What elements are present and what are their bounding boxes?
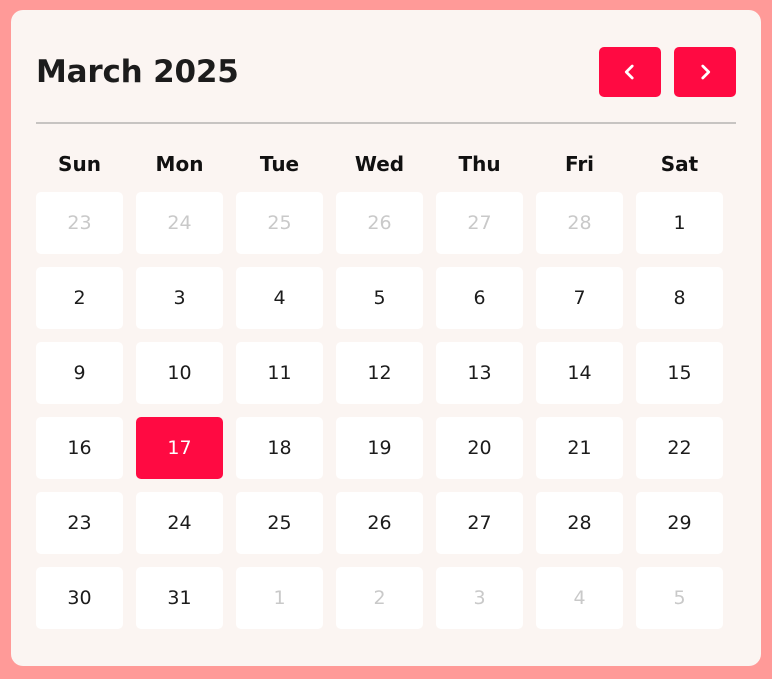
day-cell-outside-month: 24 [136,192,223,254]
day-cell[interactable]: 9 [36,342,123,404]
day-cell[interactable]: 25 [236,492,323,554]
weekday-tue: Tue [259,152,300,176]
day-cell-outside-month: 26 [336,192,423,254]
day-cell[interactable]: 12 [336,342,423,404]
day-cell[interactable]: 26 [336,492,423,554]
days-grid: 23 24 25 26 27 28 1 2 3 4 5 6 7 8 9 10 11 12 13 14 15 16 17 18 1… [36,192,736,632]
weekday-sat: Sat [660,152,699,176]
day-cell[interactable]: 18 [236,417,323,479]
day-cell[interactable]: 24 [136,492,223,554]
weekday-header-row: Sun Mon Tue Wed Thu Fri Sat [36,150,736,180]
day-cell[interactable]: 23 [36,492,123,554]
day-cell[interactable]: 20 [436,417,523,479]
day-cell[interactable]: 19 [336,417,423,479]
day-cell-outside-month: 4 [536,567,623,629]
day-cell-outside-month: 1 [236,567,323,629]
calendar-header: March 2025 [36,46,736,98]
weekday-fri: Fri [564,152,595,176]
calendar-card: March 2025 Sun Mon Tue Wed Thu Fri Sat 2… [11,10,761,666]
day-cell[interactable]: 2 [36,267,123,329]
next-month-button[interactable] [674,47,736,97]
weekday-sun: Sun [58,152,101,176]
day-cell[interactable]: 1 [636,192,723,254]
day-cell[interactable]: 11 [236,342,323,404]
weekday-mon: Mon [155,152,204,176]
day-cell[interactable]: 16 [36,417,123,479]
weekday-wed: Wed [354,152,405,176]
day-cell[interactable]: 3 [136,267,223,329]
day-cell-outside-month: 28 [536,192,623,254]
day-cell[interactable]: 5 [336,267,423,329]
day-cell[interactable]: 14 [536,342,623,404]
chevron-left-icon [624,64,634,80]
day-cell[interactable]: 30 [36,567,123,629]
weekday-thu: Thu [458,152,501,176]
day-cell[interactable]: 7 [536,267,623,329]
day-cell[interactable]: 29 [636,492,723,554]
day-cell[interactable]: 31 [136,567,223,629]
day-cell[interactable]: 28 [536,492,623,554]
day-cell-outside-month: 27 [436,192,523,254]
day-cell-outside-month: 2 [336,567,423,629]
day-cell-outside-month: 5 [636,567,723,629]
day-cell[interactable]: 10 [136,342,223,404]
previous-month-button[interactable] [599,47,661,97]
month-title: March 2025 [36,54,239,90]
day-cell[interactable]: 15 [636,342,723,404]
chevron-right-icon [701,64,711,80]
day-cell-selected[interactable]: 17 [136,417,223,479]
day-cell-outside-month: 3 [436,567,523,629]
day-cell-outside-month: 25 [236,192,323,254]
day-cell-outside-month: 23 [36,192,123,254]
day-cell[interactable]: 21 [536,417,623,479]
day-cell[interactable]: 22 [636,417,723,479]
header-divider [36,122,736,124]
day-cell[interactable]: 8 [636,267,723,329]
day-cell[interactable]: 27 [436,492,523,554]
day-cell[interactable]: 13 [436,342,523,404]
day-cell[interactable]: 4 [236,267,323,329]
day-cell[interactable]: 6 [436,267,523,329]
